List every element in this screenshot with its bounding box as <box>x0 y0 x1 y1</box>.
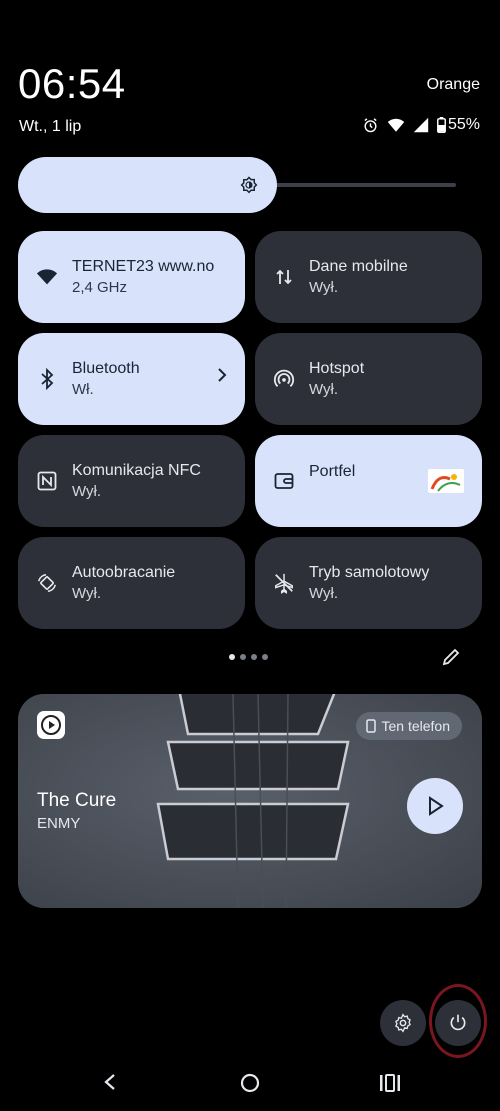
tile-auto-rotate-label: Autoobracanie <box>72 564 176 582</box>
wallet-icon <box>273 470 295 492</box>
tile-wifi[interactable]: TERNET23 www.no 2,4 GHz <box>18 231 245 323</box>
track-artist: ENMY <box>37 815 81 832</box>
auto-rotate-icon <box>36 572 58 594</box>
power-highlight-ring <box>429 984 487 1058</box>
tile-wifi-label: TERNET23 www.no <box>72 258 215 276</box>
tile-bluetooth-label: Bluetooth <box>72 360 140 378</box>
nfc-icon <box>36 470 58 492</box>
nav-recents-button[interactable] <box>379 1074 401 1097</box>
chevron-right-icon[interactable] <box>217 367 227 388</box>
track-title: The Cure <box>37 790 117 811</box>
page-dot <box>262 654 268 660</box>
tile-airplane-mode-label: Tryb samolotowy <box>309 564 430 582</box>
recents-icon <box>380 1074 400 1092</box>
tile-auto-rotate[interactable]: Autoobracanie Wył. <box>18 537 245 629</box>
play-button[interactable] <box>407 778 463 834</box>
carrier-name: Orange <box>426 76 480 93</box>
tile-wallet[interactable]: Portfel <box>255 435 482 527</box>
tile-bluetooth[interactable]: Bluetooth Wł. <box>18 333 245 425</box>
page-dot <box>240 654 246 660</box>
edit-pencil-icon[interactable] <box>441 647 461 672</box>
tile-wifi-status: 2,4 GHz <box>72 278 128 296</box>
media-player-card[interactable]: Ten telefon The Cure ENMY <box>18 694 482 908</box>
nav-back-button[interactable] <box>100 1072 120 1097</box>
output-device-label: Ten telefon <box>381 718 451 734</box>
tile-wallet-label: Portfel <box>309 463 356 480</box>
page-indicator <box>229 654 268 660</box>
signal-icon <box>413 117 429 133</box>
back-icon <box>104 1074 115 1090</box>
mobile-data-icon <box>273 266 295 288</box>
tile-auto-rotate-status: Wył. <box>72 584 102 602</box>
tile-hotspot-status: Wył. <box>309 380 339 398</box>
tile-airplane-mode-status: Wył. <box>309 584 339 602</box>
hotspot-icon <box>273 368 295 390</box>
music-app-icon[interactable] <box>37 711 65 739</box>
battery-icon <box>437 117 446 133</box>
date[interactable]: Wt., 1 lip <box>19 118 81 136</box>
nav-home-button[interactable] <box>240 1073 260 1098</box>
bluetooth-icon <box>36 368 58 390</box>
phone-icon <box>365 719 376 733</box>
tile-bluetooth-status: Wł. <box>72 380 94 398</box>
airplane-off-icon <box>273 572 295 594</box>
battery-percent: 55% <box>447 116 480 133</box>
tile-mobile-data[interactable]: Dane mobilne Wył. <box>255 231 482 323</box>
tile-hotspot-label: Hotspot <box>309 360 365 378</box>
tile-mobile-data-status: Wył. <box>309 278 339 296</box>
tile-nfc[interactable]: Komunikacja NFC Wył. <box>18 435 245 527</box>
tile-airplane-mode[interactable]: Tryb samolotowy Wył. <box>255 537 482 629</box>
status-icons: 55% <box>362 116 480 134</box>
wallet-card-thumbnail <box>428 469 464 493</box>
brightness-slider[interactable] <box>18 157 277 213</box>
tile-mobile-data-label: Dane mobilne <box>309 258 408 276</box>
brightness-icon <box>240 176 258 199</box>
tile-hotspot[interactable]: Hotspot Wył. <box>255 333 482 425</box>
wifi-icon <box>387 117 405 133</box>
wifi-icon <box>36 266 58 288</box>
settings-button[interactable] <box>380 1000 426 1046</box>
page-dot <box>229 654 235 660</box>
play-icon <box>429 796 444 816</box>
tile-nfc-status: Wył. <box>72 482 102 500</box>
alarm-icon <box>362 117 379 134</box>
output-device-chip[interactable]: Ten telefon <box>355 712 462 740</box>
gear-icon <box>395 1013 411 1033</box>
tile-nfc-label: Komunikacja NFC <box>72 462 201 480</box>
home-icon <box>240 1073 260 1093</box>
page-dot <box>251 654 257 660</box>
clock[interactable]: 06:54 <box>18 60 126 108</box>
